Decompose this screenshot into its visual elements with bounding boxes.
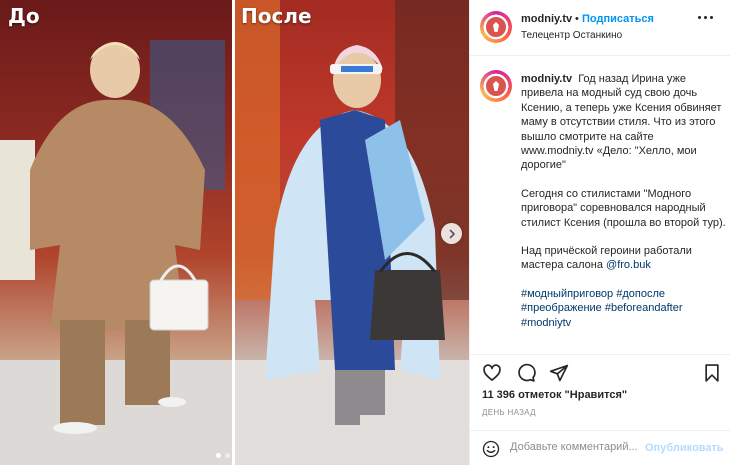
- bookmark-icon[interactable]: [702, 363, 722, 383]
- post-sidebar: modniy.tv • Подписаться Телецентр Останк…: [469, 0, 730, 465]
- location-link[interactable]: Телецентр Останкино: [521, 30, 622, 41]
- before-label: До: [8, 4, 40, 28]
- caption-avatar[interactable]: [480, 70, 512, 102]
- caption-username[interactable]: modniy.tv: [521, 73, 572, 85]
- comment-bar: Опубликовать: [470, 430, 730, 465]
- paper-plane-icon[interactable]: [549, 363, 569, 383]
- carousel-indicator: [216, 453, 230, 458]
- caption-paragraph-1: Год назад Ирина уже привела на модный су…: [521, 73, 722, 172]
- before-photo-illustration: [0, 40, 232, 465]
- comment-icon[interactable]: [516, 363, 536, 383]
- post-header: modniy.tv • Подписаться Телецентр Останк…: [470, 0, 730, 56]
- after-photo-illustration: [235, 0, 469, 465]
- carousel-dot-active: [216, 453, 221, 458]
- brand-logo: [484, 74, 508, 98]
- before-photo: До: [0, 0, 232, 465]
- separator-dot: •: [575, 13, 579, 25]
- mention-link[interactable]: @fro.buk: [606, 259, 651, 271]
- post-time[interactable]: ДЕНЬ НАЗАД: [482, 408, 536, 417]
- action-bar: [470, 354, 730, 384]
- more-horizontal-icon[interactable]: [698, 16, 713, 19]
- hashtags[interactable]: #модныйприговор #допосле #преображение #…: [521, 287, 726, 330]
- brand-logo: [484, 15, 508, 39]
- heart-icon[interactable]: [482, 363, 502, 383]
- comment-input[interactable]: [510, 441, 645, 453]
- emoji-icon[interactable]: [482, 440, 500, 458]
- chevron-right-icon: [449, 229, 455, 238]
- follow-button[interactable]: Подписаться: [582, 13, 654, 25]
- likes-count[interactable]: 11 396 отметок "Нравится": [482, 389, 627, 401]
- after-photo: После: [235, 0, 469, 465]
- caption: modniy.tv Год назад Ирина уже привела на…: [470, 56, 730, 354]
- publish-button[interactable]: Опубликовать: [645, 442, 724, 454]
- next-slide-button[interactable]: [441, 223, 462, 244]
- caption-paragraph-2: Сегодня со стилистами "Модного приговора…: [521, 187, 726, 229]
- header-username[interactable]: modniy.tv: [521, 13, 572, 25]
- post-media[interactable]: До После: [0, 0, 469, 465]
- after-label: После: [241, 4, 312, 28]
- avatar[interactable]: [480, 11, 512, 43]
- caption-text: modniy.tv Год назад Ирина уже привела на…: [521, 72, 726, 344]
- carousel-dot: [225, 453, 230, 458]
